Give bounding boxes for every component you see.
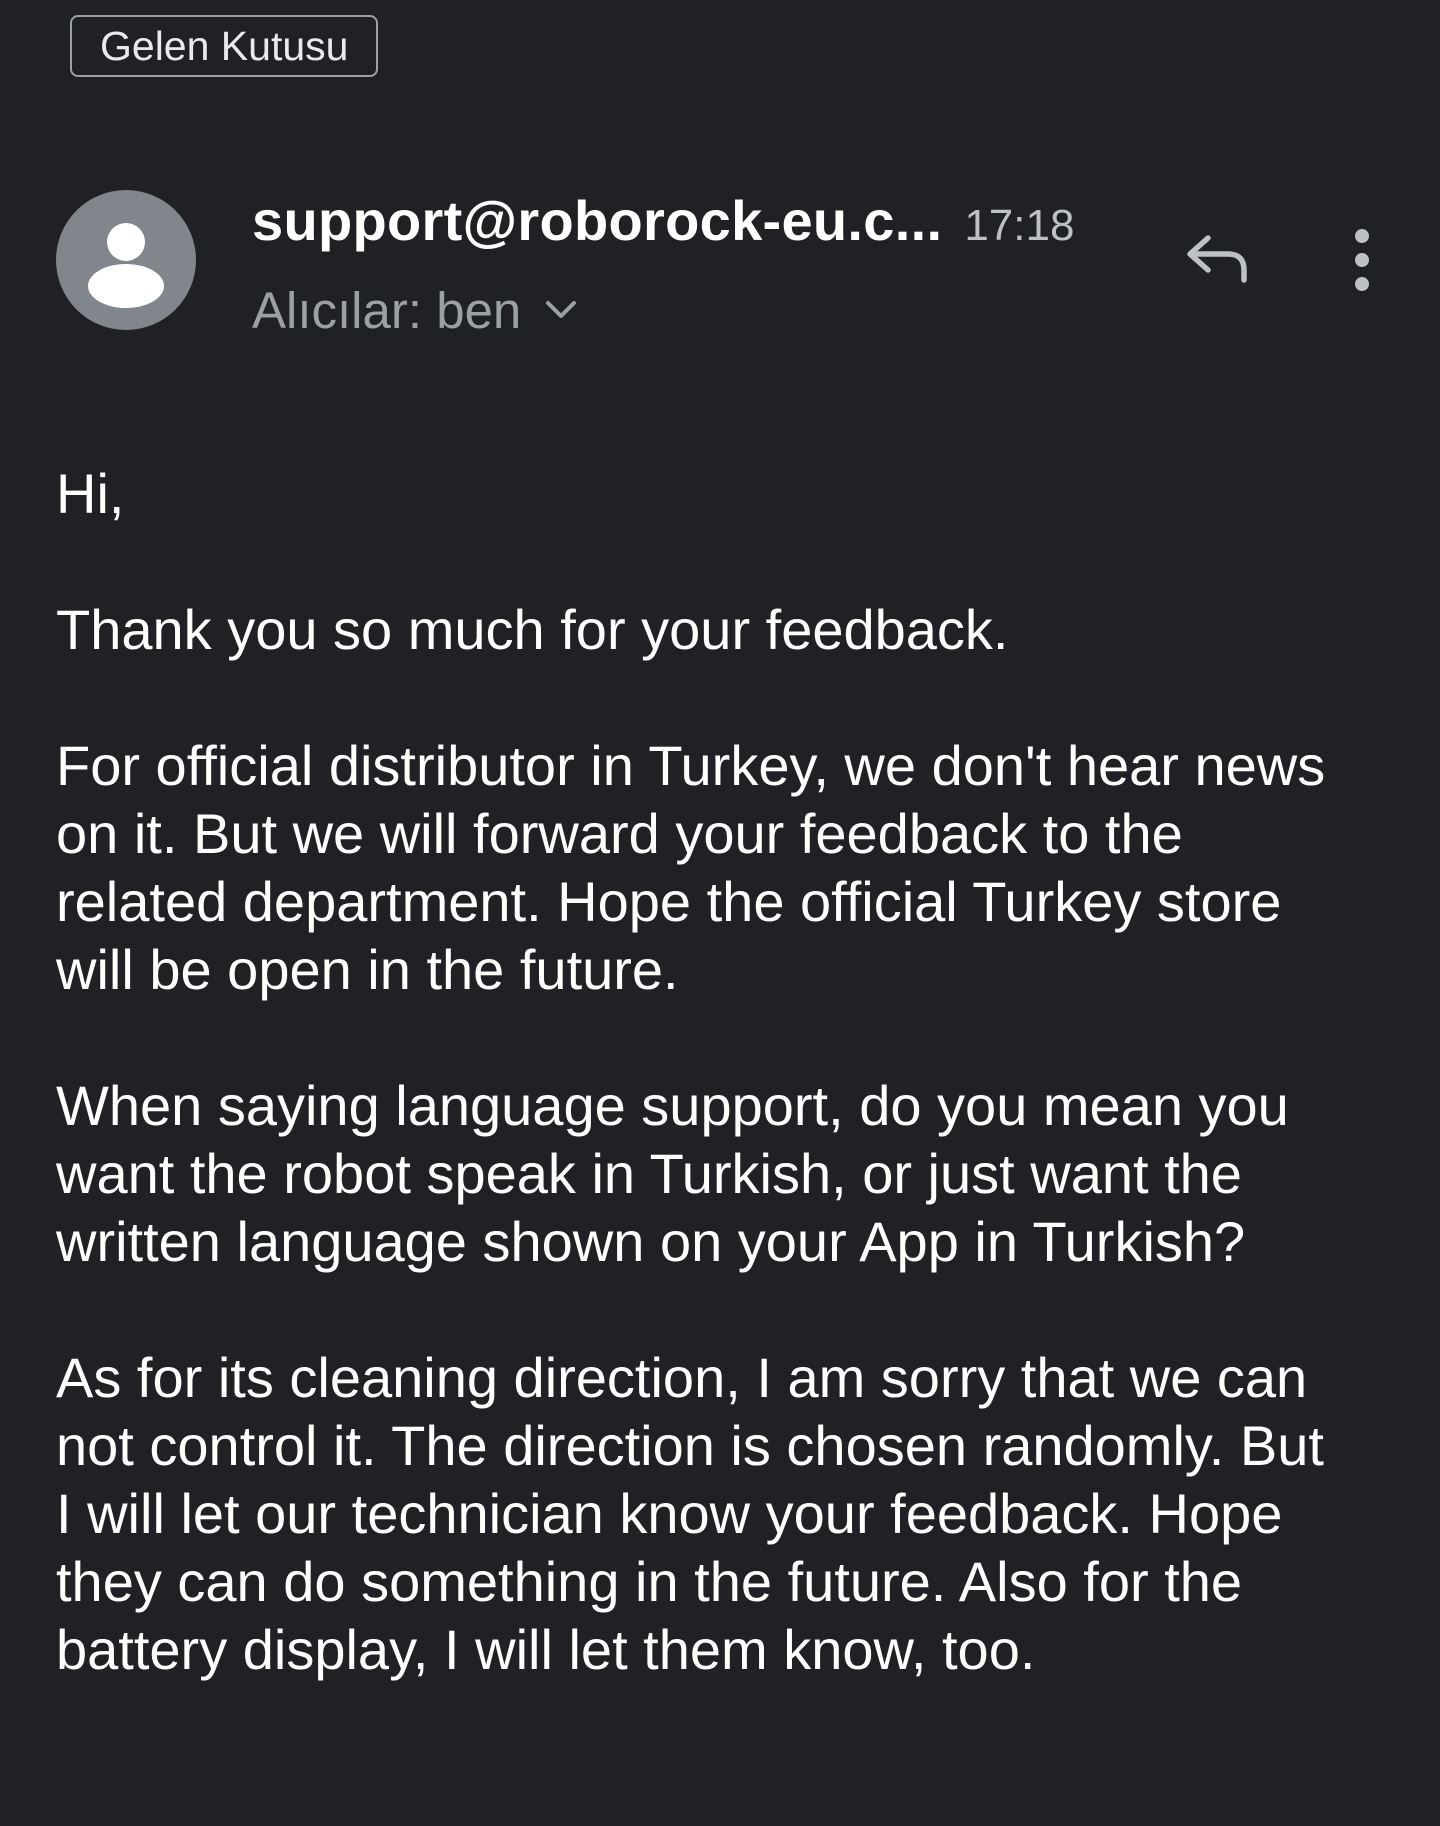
- body-paragraph: For official distributor in Turkey, we d…: [56, 734, 1326, 1001]
- reply-icon: [1187, 235, 1247, 283]
- sender-address[interactable]: support@roborock-eu.c...: [252, 188, 942, 253]
- message-body: Hi, Thank you so much for your feedback.…: [56, 460, 1396, 1752]
- more-vert-icon: [1355, 229, 1369, 291]
- reply-button[interactable]: [1178, 222, 1258, 294]
- message-time: 17:18: [964, 201, 1075, 250]
- more-options-button[interactable]: [1330, 222, 1394, 298]
- body-paragraph: As for its cleaning direction, I am sorr…: [56, 1346, 1324, 1681]
- label-chip-inbox[interactable]: Gelen Kutusu: [70, 15, 379, 77]
- body-paragraph: Thank you so much for your feedback.: [56, 598, 1009, 661]
- recipients-toggle[interactable]: Alıcılar: ben: [252, 278, 579, 342]
- body-paragraph: When saying language support, do you mea…: [56, 1074, 1289, 1273]
- sender-row: support@roborock-eu.c... 17:18: [252, 188, 1152, 258]
- person-avatar-icon: [88, 223, 164, 308]
- recipients-label: Alıcılar: ben: [252, 281, 522, 339]
- chevron-down-icon: [543, 298, 579, 322]
- body-paragraph: Hi,: [56, 462, 125, 525]
- sender-avatar[interactable]: [56, 190, 196, 330]
- label-chip-text: Gelen Kutusu: [100, 22, 349, 69]
